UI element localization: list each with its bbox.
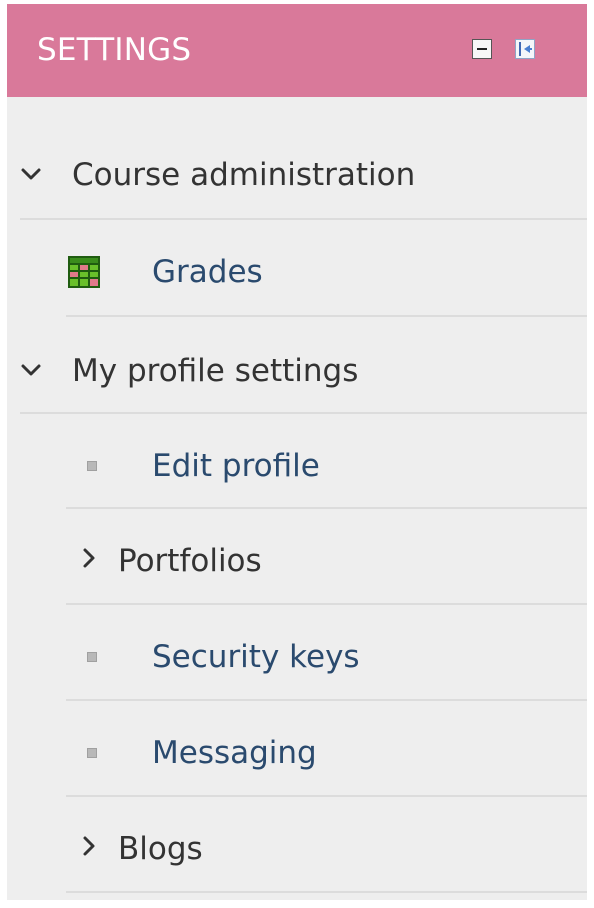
block-header: SETTINGS	[7, 4, 587, 97]
nav-label: Blogs	[118, 831, 203, 867]
dock-block-button[interactable]	[515, 39, 535, 59]
nav-edit-profile[interactable]: Edit profile	[66, 414, 587, 509]
chevron-down-icon	[21, 168, 41, 180]
collapse-block-button[interactable]	[472, 39, 492, 59]
nav-label: Portfolios	[118, 543, 262, 579]
nav-label: Messaging	[152, 735, 317, 771]
chevron-down-icon	[21, 364, 41, 376]
chevron-right-icon	[83, 548, 95, 568]
square-bullet-icon	[87, 461, 97, 471]
square-bullet-icon	[87, 652, 97, 662]
nav-label: Edit profile	[152, 448, 320, 484]
nav-blogs[interactable]: Blogs	[66, 797, 587, 893]
nav-security-keys[interactable]: Security keys	[66, 605, 587, 701]
nav-label: Grades	[152, 254, 263, 290]
grades-icon	[68, 256, 100, 288]
square-bullet-icon	[87, 748, 97, 758]
nav-label: Security keys	[152, 639, 360, 675]
nav-grades[interactable]: Grades	[66, 220, 587, 317]
chevron-right-icon	[83, 836, 95, 856]
nav-label: Course administration	[72, 157, 416, 193]
nav-portfolios[interactable]: Portfolios	[66, 509, 587, 605]
nav-my-profile-settings[interactable]: My profile settings	[20, 317, 587, 414]
nav-label: My profile settings	[72, 353, 359, 389]
settings-block: SETTINGS Course administration Grades My…	[7, 4, 587, 900]
block-title: SETTINGS	[37, 32, 192, 68]
nav-messaging[interactable]: Messaging	[66, 701, 587, 797]
nav-course-administration[interactable]: Course administration	[20, 127, 587, 220]
